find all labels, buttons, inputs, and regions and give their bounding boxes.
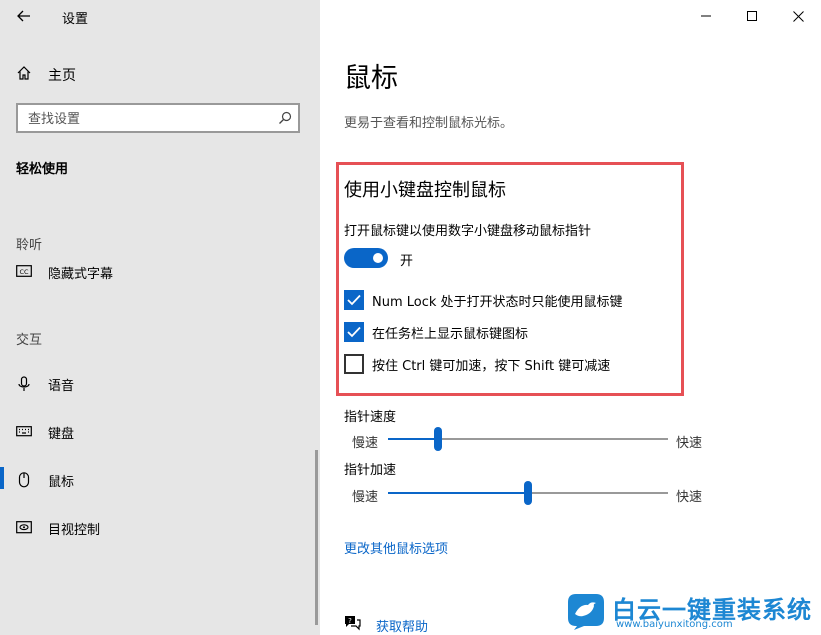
svg-text:CC: CC [19, 268, 29, 276]
slider-fill [388, 438, 439, 440]
mouse-icon [18, 472, 30, 488]
slider-min-label: 慢速 [352, 436, 379, 451]
toggle-state-label: 开 [400, 254, 414, 269]
checkbox-label: 按住 Ctrl 键可加速，按下 Shift 键可减速 [372, 359, 611, 374]
more-mouse-options-link[interactable]: 更改其他鼠标选项 [344, 538, 448, 557]
mouse-keys-toggle-description: 打开鼠标键以使用数字小键盘移动鼠标指针 [344, 224, 592, 239]
svg-text:?: ? [348, 617, 352, 625]
checkmark-icon [347, 326, 361, 338]
minimize-icon [701, 15, 711, 17]
checkbox-taskbar-icon[interactable] [344, 322, 364, 342]
section-heading-interaction: 交互 [16, 333, 43, 348]
pointer-speed-title: 指针速度 [344, 410, 397, 425]
sidebar-item-label: 鼠标 [48, 475, 75, 490]
checkmark-icon [347, 294, 361, 306]
sidebar-item-keyboard[interactable]: 键盘 [0, 416, 320, 448]
sidebar: 设置 主页 轻松使用 聆听 CC 隐藏式字幕 交互 语音 [0, 0, 320, 635]
sidebar-item-eye-control[interactable]: 目视控制 [0, 512, 320, 544]
close-icon [792, 10, 804, 22]
toggle-knob [373, 253, 383, 263]
pointer-acceleration-thumb[interactable] [524, 481, 532, 505]
search-input[interactable] [26, 108, 270, 130]
get-help-link[interactable]: 获取帮助 [376, 616, 428, 635]
pointer-acceleration-title: 指针加速 [344, 463, 397, 478]
main-content: 鼠标 更易于查看和控制鼠标光标。 使用小键盘控制鼠标 打开鼠标键以使用数字小键盘… [320, 0, 821, 635]
close-button[interactable] [775, 0, 821, 32]
app-title: 设置 [62, 12, 89, 27]
bird-logo-icon [568, 594, 604, 630]
pointer-speed-thumb[interactable] [434, 427, 443, 451]
keyboard-icon [16, 426, 32, 437]
keypad-group-title: 使用小键盘控制鼠标 [344, 180, 506, 201]
nav-home[interactable]: 主页 [0, 60, 320, 88]
closed-caption-icon: CC [16, 265, 32, 277]
checkbox-ctrl-shift-speed[interactable] [344, 354, 364, 374]
sidebar-item-mouse[interactable]: 鼠标 [0, 464, 320, 496]
page-title: 鼠标 [344, 63, 398, 94]
back-arrow-icon [17, 10, 30, 22]
back-button[interactable] [8, 4, 40, 28]
slider-min-label: 慢速 [352, 490, 379, 505]
maximize-button[interactable] [729, 0, 775, 32]
watermark-url: www.baiyunxitong.com [616, 619, 733, 630]
search-box[interactable] [16, 103, 300, 133]
sidebar-scrollbar[interactable] [315, 450, 318, 625]
checkbox-numlock-only[interactable] [344, 290, 364, 310]
section-heading-hearing: 聆听 [16, 238, 43, 253]
nav-home-label: 主页 [48, 68, 76, 84]
mouse-keys-toggle[interactable] [344, 248, 388, 268]
search-icon[interactable] [278, 111, 292, 125]
eye-control-icon [16, 521, 32, 534]
minimize-button[interactable] [683, 0, 729, 32]
maximize-icon [747, 11, 757, 21]
page-description: 更易于查看和控制鼠标光标。 [344, 116, 514, 131]
pointer-speed-track[interactable] [388, 438, 668, 440]
category-title: 轻松使用 [16, 162, 69, 177]
checkbox-label: Num Lock 处于打开状态时只能使用鼠标键 [372, 295, 623, 310]
slider-max-label: 快速 [676, 490, 703, 505]
slider-max-label: 快速 [676, 436, 703, 451]
help-chat-icon: ? [345, 616, 361, 631]
sidebar-item-speech[interactable]: 语音 [0, 368, 320, 400]
slider-fill [388, 492, 528, 494]
sidebar-item-label: 键盘 [48, 427, 75, 442]
home-icon [17, 66, 31, 80]
watermark: 白云一键重装系统 www.baiyunxitong.com [566, 590, 816, 632]
sidebar-item-label: 目视控制 [48, 523, 101, 538]
sidebar-item-closed-captions[interactable]: CC 隐藏式字幕 [0, 256, 320, 288]
sidebar-item-label: 语音 [48, 379, 75, 394]
checkbox-label: 在任务栏上显示鼠标键图标 [372, 327, 529, 342]
microphone-icon [18, 376, 30, 391]
sidebar-item-label: 隐藏式字幕 [48, 267, 114, 282]
